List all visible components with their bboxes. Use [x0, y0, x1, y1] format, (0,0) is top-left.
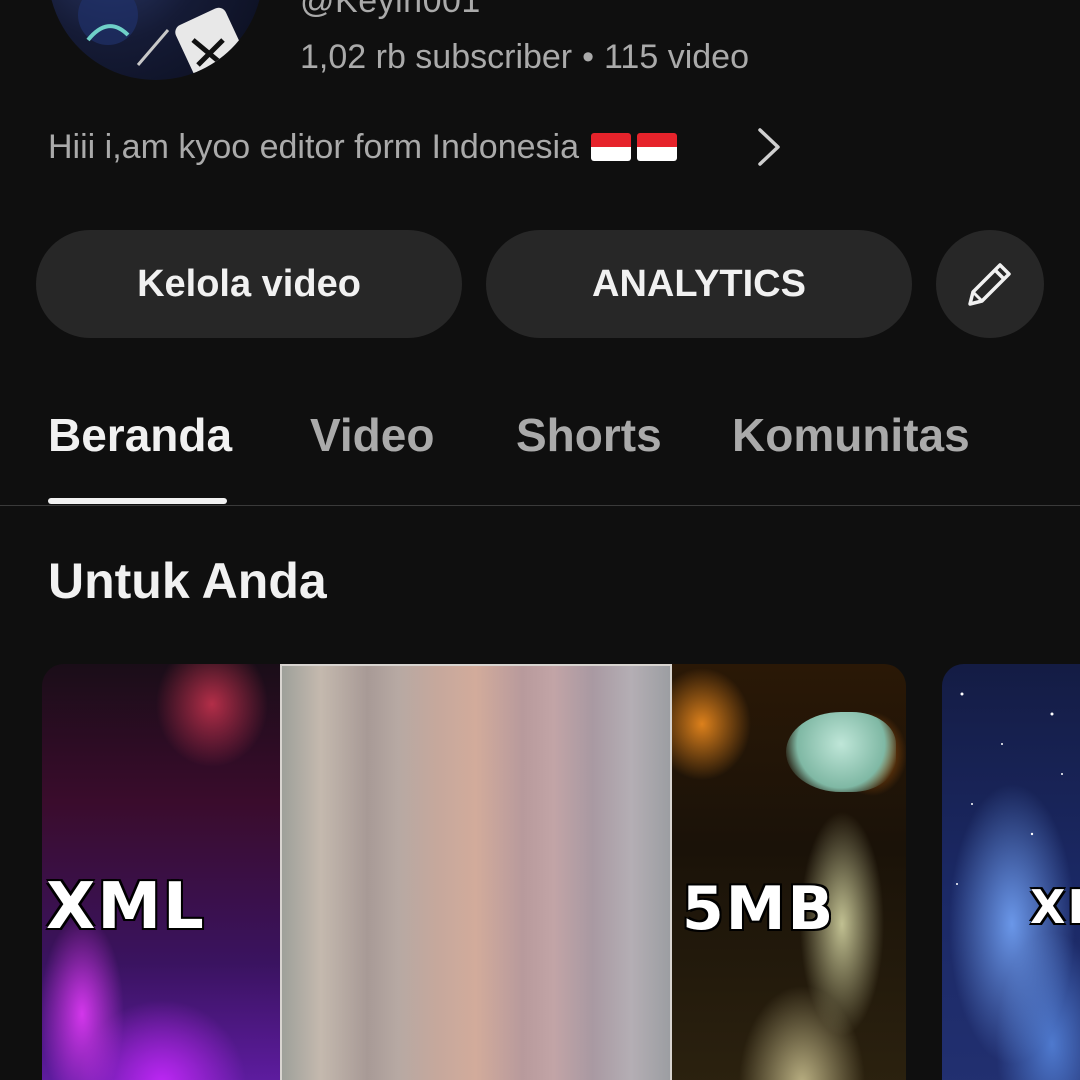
- thumbnail-overlay-text: XI: [1030, 880, 1080, 934]
- pencil-icon: [960, 254, 1020, 314]
- description-text: Hiii i,am kyoo editor form Indonesia: [48, 127, 580, 166]
- video-thumbnail: [280, 664, 672, 1080]
- indonesia-flag-icon: [591, 133, 632, 161]
- avatar-art: [78, 0, 246, 80]
- channel-handle: @Keyin001: [300, 0, 481, 20]
- video-count: 115 video: [604, 38, 749, 76]
- analytics-label: ANALYTICS: [592, 262, 806, 305]
- thumbnail-stars: [956, 692, 1063, 885]
- channel-tabs: Beranda Video Shorts Komunitas: [0, 380, 1080, 506]
- thumbnail-overlay-text: 5MB: [682, 874, 836, 944]
- thumbnail-overlay-text: XML: [46, 870, 206, 944]
- edit-channel-button[interactable]: [936, 230, 1044, 338]
- channel-avatar[interactable]: [48, 0, 263, 80]
- channel-stats: 1,02 rb subscriber • 115 video: [300, 38, 749, 77]
- active-tab-indicator: [48, 498, 227, 504]
- analytics-button[interactable]: ANALYTICS: [486, 230, 912, 338]
- tab-shorts[interactable]: Shorts: [516, 408, 662, 462]
- indonesia-flag-icon: [637, 133, 678, 161]
- thumbnail-art: [786, 712, 896, 792]
- tab-video[interactable]: Video: [310, 408, 434, 462]
- stats-separator: •: [582, 38, 595, 76]
- video-card[interactable]: [942, 664, 1080, 1080]
- subscriber-count: 1,02 rb subscriber: [300, 38, 573, 76]
- manage-videos-label: Kelola video: [137, 262, 361, 305]
- channel-page: @Keyin001 1,02 rb subscriber • 115 video H…: [0, 0, 1080, 1080]
- section-title: Untuk Anda: [48, 553, 327, 609]
- tab-community[interactable]: Komunitas: [732, 408, 970, 462]
- manage-videos-button[interactable]: Kelola video: [36, 230, 462, 338]
- tab-home[interactable]: Beranda: [48, 408, 232, 462]
- channel-description[interactable]: Hiii i,am kyoo editor form Indonesia: [48, 124, 678, 170]
- chevron-right-icon[interactable]: [748, 124, 788, 170]
